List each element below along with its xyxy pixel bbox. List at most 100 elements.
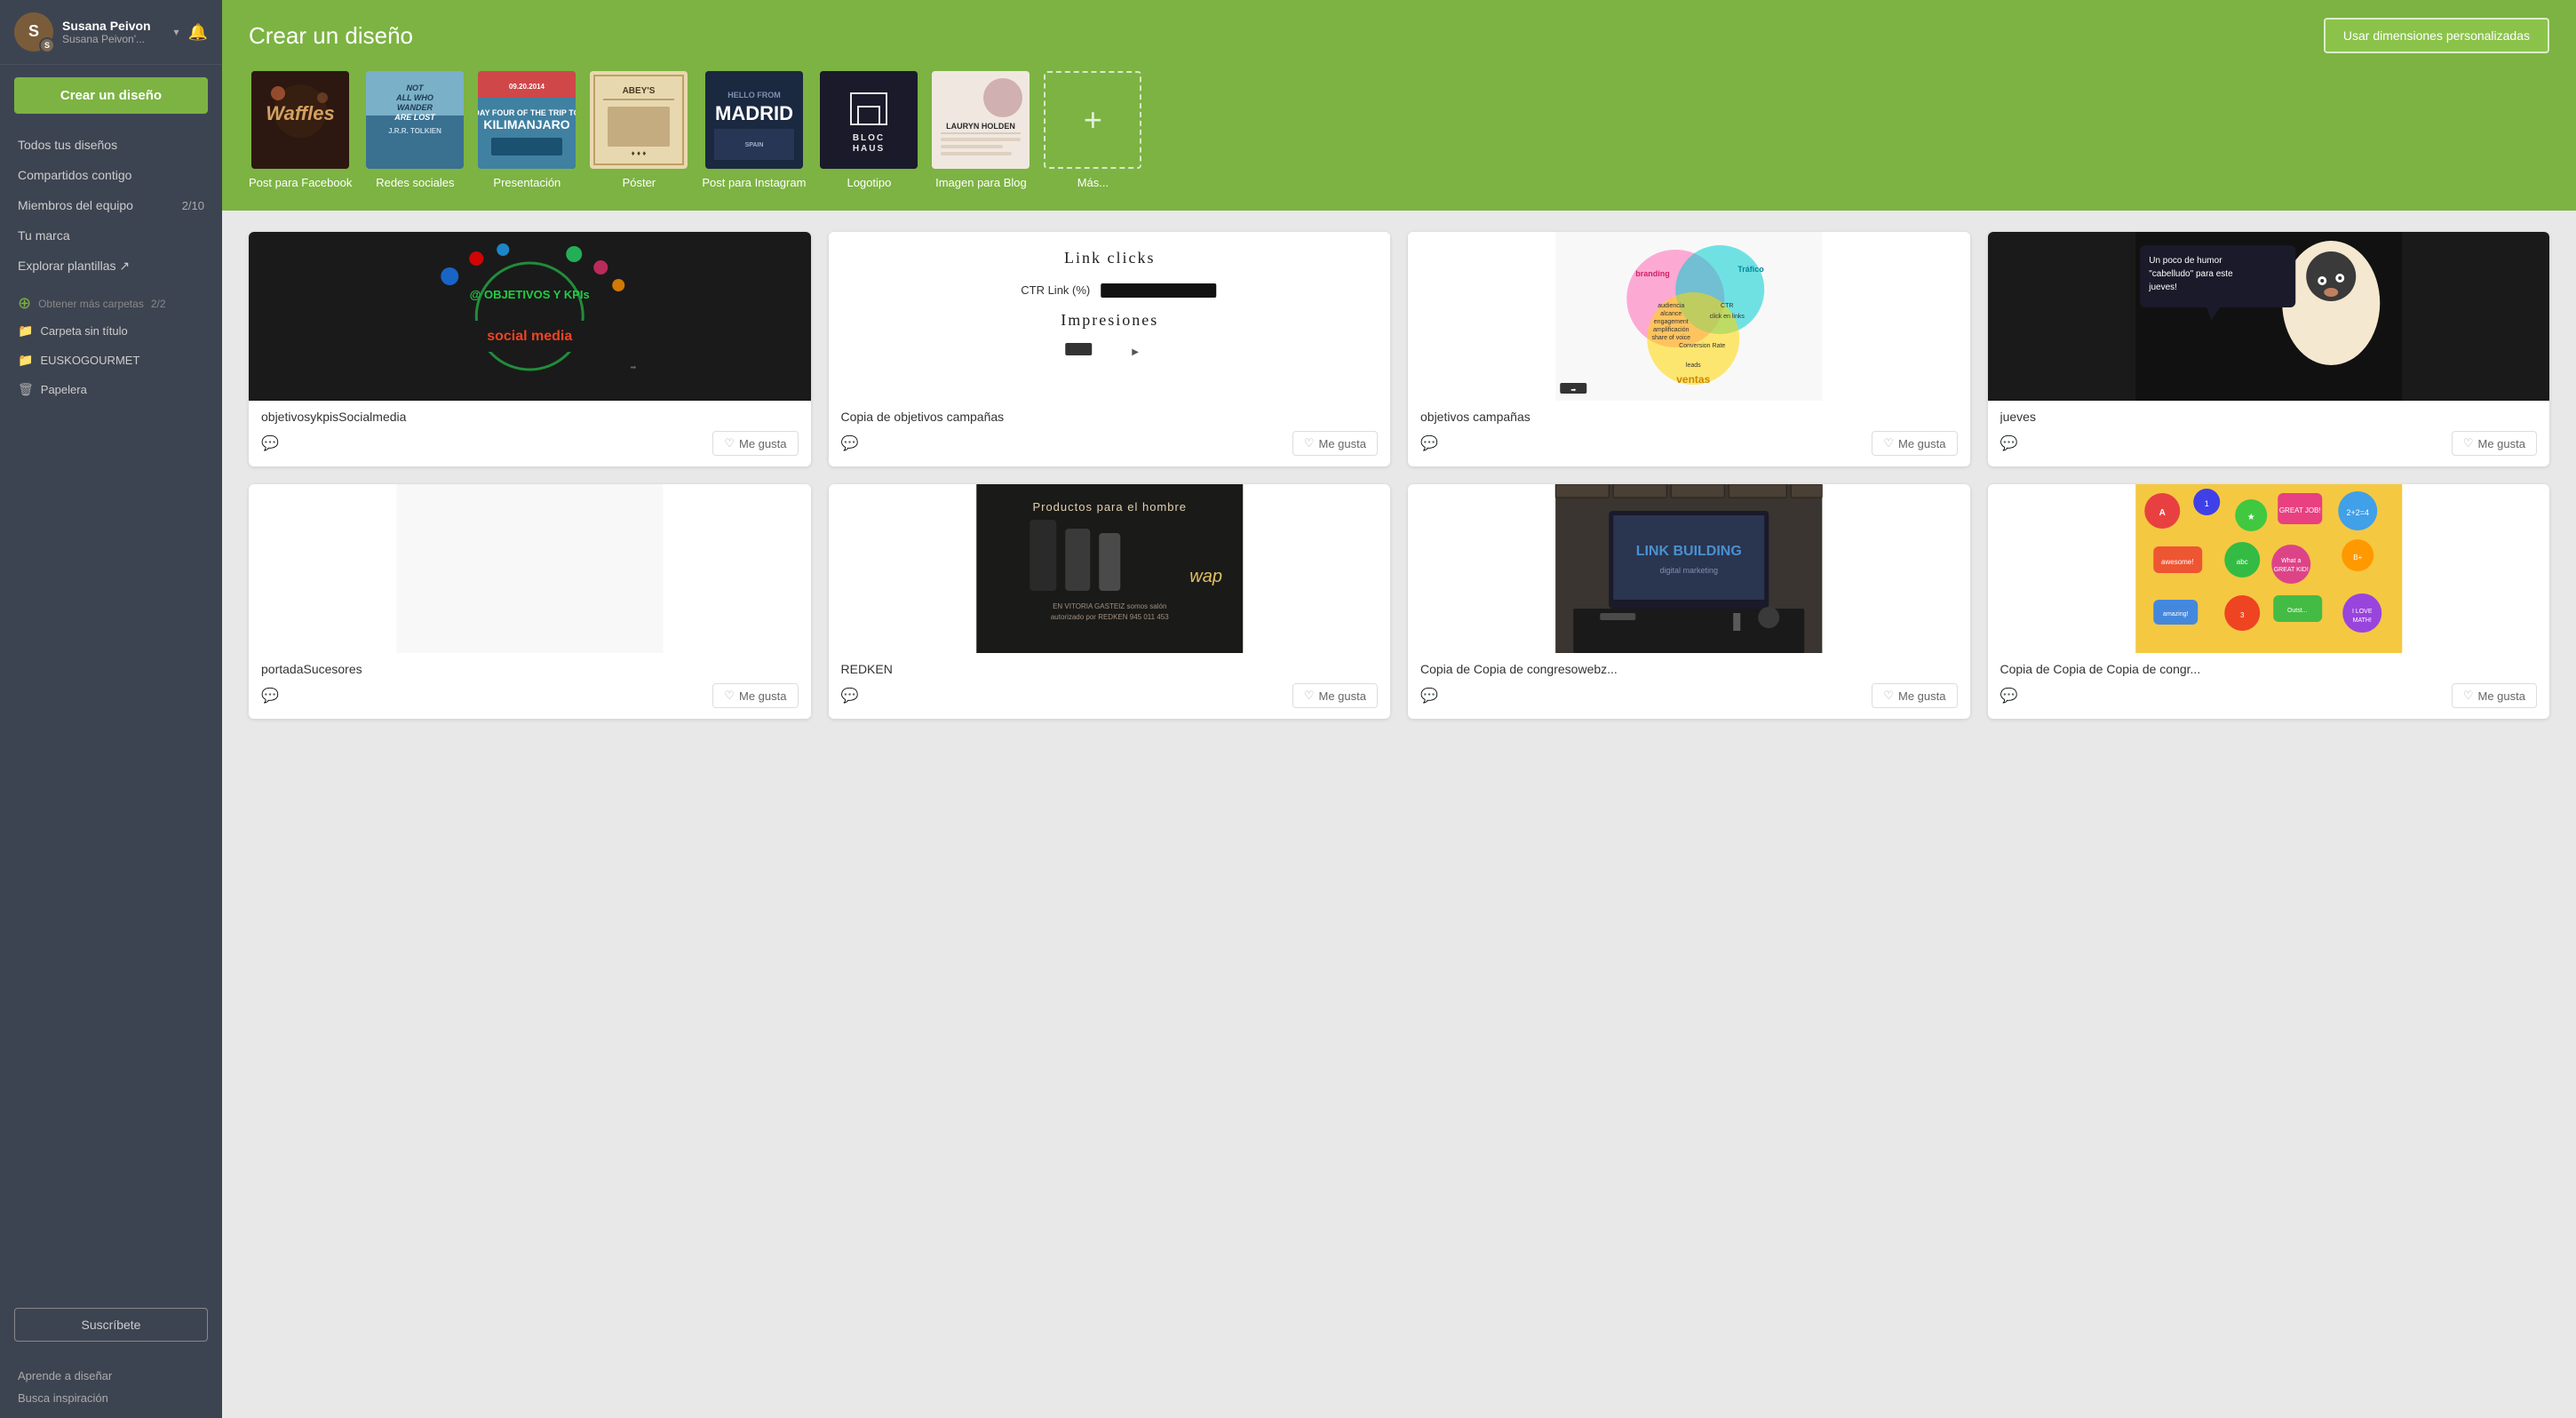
design-type-logo[interactable]: BLOC HAUS Logotipo (820, 71, 918, 189)
like-label: Me gusta (1319, 689, 1366, 703)
folders-section-label: Obtener más carpetas (38, 298, 144, 310)
svg-text:ARE LOST: ARE LOST (394, 113, 437, 122)
svg-text:audiencia: audiencia (1658, 303, 1684, 309)
svg-text:wap: wap (1189, 567, 1222, 586)
design-card-actions-2: 💬 ♡ Me gusta (841, 431, 1379, 456)
design-card-7[interactable]: LINK BUILDING digital marketing Copia de… (1408, 484, 1970, 719)
svg-text:Impresiones: Impresiones (1061, 311, 1158, 329)
design-card-1[interactable]: @ OBJETIVOS Y KPIs social media ➡ objeti… (249, 232, 811, 466)
svg-text:▶: ▶ (1132, 347, 1139, 357)
like-label: Me gusta (1319, 437, 1366, 450)
sidebar-folder-euskogourmet[interactable]: 📁 EUSKOGOURMET (0, 346, 222, 375)
svg-text:branding: branding (1635, 269, 1670, 278)
svg-text:★: ★ (2246, 513, 2254, 522)
like-button-7[interactable]: ♡ Me gusta (1872, 683, 1957, 708)
sidebar-item-team-members[interactable]: Miembros del equipo 2/10 (0, 190, 222, 220)
design-card-info-7: Copia de Copia de congresowebz... 💬 ♡ Me… (1408, 653, 1970, 719)
svg-text:autorizado por REDKEN 945 011: autorizado por REDKEN 945 011 453 (1050, 613, 1168, 621)
sidebar-item-shared[interactable]: Compartidos contigo (0, 160, 222, 190)
svg-text:EN VITORIA GASTEIZ somos salón: EN VITORIA GASTEIZ somos salón (1053, 602, 1166, 610)
design-type-more[interactable]: + Más... (1044, 71, 1141, 189)
svg-text:engagement: engagement (1654, 319, 1689, 325)
find-inspiration-link[interactable]: Busca inspiración (18, 1387, 204, 1409)
design-card-info-1: objetivosykpisSocialmedia 💬 ♡ Me gusta (249, 401, 811, 466)
comment-icon[interactable]: 💬 (1420, 434, 1438, 452)
design-type-label-logo: Logotipo (847, 176, 891, 189)
user-name: Susana Peivon (62, 19, 165, 33)
get-more-folders-section[interactable]: ⊕ Obtener más carpetas 2/2 (0, 285, 222, 316)
like-button-5[interactable]: ♡ Me gusta (712, 683, 798, 708)
svg-text:"cabelludo" para este: "cabelludo" para este (2149, 269, 2233, 279)
like-button-3[interactable]: ♡ Me gusta (1872, 431, 1957, 456)
svg-text:➡: ➡ (1570, 387, 1576, 394)
comment-icon[interactable]: 💬 (261, 687, 279, 705)
design-card-6[interactable]: Productos para el hombre EN VITORIA GAST… (829, 484, 1391, 719)
like-label: Me gusta (739, 689, 786, 703)
sidebar-folder-untitled[interactable]: 📁 Carpeta sin título (0, 316, 222, 346)
sidebar-links: Aprende a diseñar Busca inspiración (0, 1356, 222, 1418)
sidebar-nav: Todos tus diseños Compartidos contigo Mi… (0, 126, 222, 285)
folders-badge: 2/2 (151, 298, 166, 310)
like-button-1[interactable]: ♡ Me gusta (712, 431, 798, 456)
design-card-2[interactable]: Link clicks CTR Link (%) Impresiones ▶ C… (829, 232, 1391, 466)
bell-icon[interactable]: 🔔 (188, 23, 208, 42)
design-type-blog[interactable]: LAURYN HOLDEN Imagen para Blog (932, 71, 1030, 189)
design-card-thumb-7: LINK BUILDING digital marketing (1408, 484, 1970, 653)
learn-design-link[interactable]: Aprende a diseñar (18, 1365, 204, 1387)
like-label: Me gusta (739, 437, 786, 450)
design-type-presentation[interactable]: 09.20.2014 DAY FOUR OF THE TRIP TO KILIM… (478, 71, 576, 189)
like-button-4[interactable]: ♡ Me gusta (2452, 431, 2537, 456)
user-sub: Susana Peivon'... (62, 33, 165, 45)
design-type-social[interactable]: NOT ALL WHO WANDER ARE LOST J.R.R. TOLKI… (366, 71, 464, 189)
design-card-3[interactable]: branding Tráfico ventas audiencia alcanc… (1408, 232, 1970, 466)
comment-icon[interactable]: 💬 (2000, 687, 2018, 705)
design-card-4[interactable]: Un poco de humor "cabelludo" para este j… (1988, 232, 2550, 466)
design-type-facebook[interactable]: Waffles Post para Facebook (249, 71, 352, 189)
svg-text:BLOC: BLOC (853, 133, 885, 143)
like-button-8[interactable]: ♡ Me gusta (2452, 683, 2537, 708)
sidebar: S S Susana Peivon Susana Peivon'... ▾ 🔔 … (0, 0, 222, 1418)
svg-text:MADRID: MADRID (715, 102, 793, 124)
comment-icon[interactable]: 💬 (1420, 687, 1438, 705)
sidebar-folder-trash[interactable]: 🗑 Papelera (0, 375, 222, 404)
like-button-6[interactable]: ♡ Me gusta (1292, 683, 1378, 708)
custom-dimensions-button[interactable]: Usar dimensiones personalizadas (2324, 18, 2549, 53)
heart-icon: ♡ (1883, 436, 1894, 450)
comment-icon[interactable]: 💬 (841, 687, 859, 705)
design-card-thumb-3: branding Tráfico ventas audiencia alcanc… (1408, 232, 1970, 401)
design-card-thumb-4: Un poco de humor "cabelludo" para este j… (1988, 232, 2550, 401)
subscribe-button[interactable]: Suscríbete (14, 1308, 208, 1342)
sidebar-item-explore[interactable]: Explorar plantillas ↗ (0, 251, 222, 282)
comment-icon[interactable]: 💬 (261, 434, 279, 452)
design-type-poster[interactable]: ABEY'S ♦ ♦ ♦ Póster (590, 71, 688, 189)
comment-icon[interactable]: 💬 (841, 434, 859, 452)
chevron-down-icon[interactable]: ▾ (174, 26, 179, 38)
svg-text:amplificación: amplificación (1653, 327, 1690, 333)
design-type-instagram[interactable]: HELLO FROM MADRID SPAIN Post para Instag… (702, 71, 806, 189)
design-card-title-3: objetivos campañas (1420, 410, 1958, 424)
avatar[interactable]: S S (14, 12, 53, 52)
svg-text:click en links: click en links (1710, 314, 1745, 320)
svg-text:digital marketing: digital marketing (1659, 566, 1718, 575)
svg-text:HAUS: HAUS (853, 144, 885, 154)
svg-text:Outst...: Outst... (2286, 608, 2307, 614)
design-card-actions-8: 💬 ♡ Me gusta (2000, 683, 2538, 708)
avatar-small: S (39, 37, 55, 53)
design-card-title-8: Copia de Copia de Copia de congr... (2000, 662, 2538, 676)
design-grid: @ OBJETIVOS Y KPIs social media ➡ objeti… (249, 232, 2549, 719)
svg-text:abc: abc (2236, 558, 2247, 566)
comment-icon[interactable]: 💬 (2000, 434, 2018, 452)
design-card-info-6: REDKEN 💬 ♡ Me gusta (829, 653, 1391, 719)
sidebar-item-brand[interactable]: Tu marca (0, 220, 222, 251)
design-card-actions-4: 💬 ♡ Me gusta (2000, 431, 2538, 456)
svg-text:➡: ➡ (631, 363, 637, 371)
design-card-8[interactable]: A 1 ★ GREAT JOB! 2+2=4 awesome! abc (1988, 484, 2550, 719)
svg-text:2+2=4: 2+2=4 (2346, 508, 2369, 517)
like-button-2[interactable]: ♡ Me gusta (1292, 431, 1378, 456)
create-design-button[interactable]: Crear un diseño (14, 77, 208, 114)
design-card-5[interactable]: portadaSucesores 💬 ♡ Me gusta (249, 484, 811, 719)
svg-text:ALL WHO: ALL WHO (395, 93, 433, 102)
folder-label: EUSKOGOURMET (40, 354, 139, 367)
sidebar-item-all-designs[interactable]: Todos tus diseños (0, 130, 222, 160)
sidebar-item-label: Todos tus diseños (18, 138, 117, 152)
